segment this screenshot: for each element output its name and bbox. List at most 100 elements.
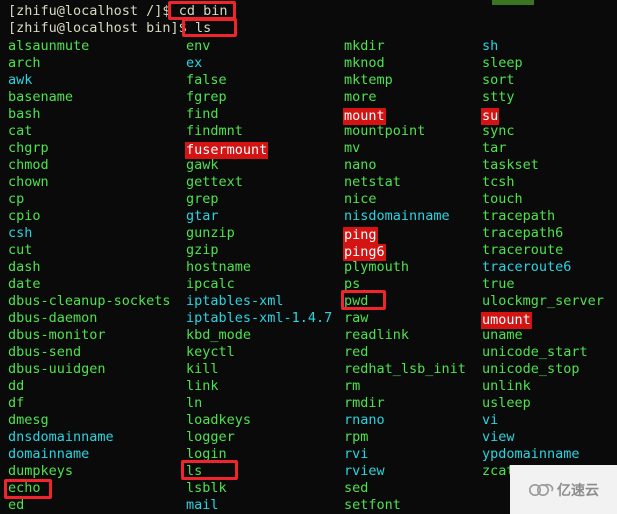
listing-entry: keyctl: [186, 344, 332, 361]
listing-entry: mktemp: [344, 72, 466, 89]
listing-entry: sleep: [482, 55, 604, 72]
listing-entry: plymouth: [344, 259, 466, 276]
listing-entry-label: cat: [8, 123, 33, 139]
listing-entry: gunzip: [186, 225, 332, 242]
listing-entry-label: keyctl: [186, 344, 235, 360]
listing-entry-label: gzip: [186, 242, 219, 258]
listing-entry: findmnt: [186, 123, 332, 140]
listing-entry-label: ulockmgr_server: [482, 293, 604, 309]
listing-entry: ln: [186, 395, 332, 412]
listing-entry: view: [482, 429, 604, 446]
listing-entry: tracepath: [482, 208, 604, 225]
listing-entry-label: usleep: [482, 395, 531, 411]
listing-entry-label: tracepath6: [482, 225, 564, 241]
listing-entry-label: mail: [186, 497, 219, 513]
listing-entry: ping: [343, 225, 466, 244]
listing-entry: gzip: [186, 242, 332, 259]
listing-entry-label: pwd: [344, 293, 369, 309]
listing-entry-label: uname: [482, 327, 523, 343]
listing-entry-label: dbus-monitor: [8, 327, 106, 343]
prompt-string-0: [zhifu@localhost /]$: [8, 3, 179, 19]
listing-entry-label: traceroute: [482, 242, 564, 258]
listing-entry: rmdir: [344, 395, 466, 412]
listing-entry: touch: [482, 191, 604, 208]
listing-entry: fusermount: [185, 140, 332, 159]
listing-entry-label: sleep: [482, 55, 523, 71]
listing-entry-label: login: [186, 446, 227, 462]
listing-entry: df: [8, 395, 171, 412]
listing-entry-label: ypdomainname: [482, 446, 580, 462]
listing-entry: unicode_stop: [482, 361, 604, 378]
listing-entry: cut: [8, 242, 171, 259]
listing-entry: dmesg: [8, 412, 171, 429]
listing-entry: redhat_lsb_init: [344, 361, 466, 378]
listing-entry-label: arch: [8, 55, 41, 71]
listing-entry: cat: [8, 123, 171, 140]
listing-entry-label: bash: [8, 106, 41, 122]
listing-entry-label: mountpoint: [344, 123, 426, 139]
listing-entry-label: sort: [482, 72, 515, 88]
listing-entry-label: chgrp: [8, 140, 49, 156]
listing-entry: dnsdomainname: [8, 429, 171, 446]
listing-entry-label: ln: [186, 395, 203, 411]
listing-entry-label: alsaunmute: [8, 38, 90, 54]
listing-entry: dbus-cleanup-sockets: [8, 293, 171, 310]
listing-entry-label: chmod: [8, 157, 49, 173]
listing-entry-label: mktemp: [344, 72, 393, 88]
listing-entry: chgrp: [8, 140, 171, 157]
listing-entry-label: ex: [186, 55, 203, 71]
listing-entry: bash: [8, 106, 171, 123]
listing-entry: arch: [8, 55, 171, 72]
listing-entry-label: nice: [344, 191, 377, 207]
listing-entry: stty: [482, 89, 604, 106]
listing-entry: ipcalc: [186, 276, 332, 293]
listing-entry: pwd: [344, 293, 466, 310]
listing-entry: tracepath6: [482, 225, 604, 242]
listing-entry-label: rnano: [344, 412, 385, 428]
listing-entry-label: nano: [344, 157, 377, 173]
listing-entry: raw: [344, 310, 466, 327]
listing-entry: loadkeys: [186, 412, 332, 429]
listing-entry-label: sync: [482, 123, 515, 139]
listing-entry: dbus-daemon: [8, 310, 171, 327]
listing-entry: dash: [8, 259, 171, 276]
listing-entry-label: logger: [186, 429, 235, 445]
listing-entry-label: df: [8, 395, 25, 411]
listing-entry: gtar: [186, 208, 332, 225]
terminal-window[interactable]: [zhifu@localhost /]$ cd bin [zhifu@local…: [0, 0, 617, 514]
listing-entry: rview: [344, 463, 466, 480]
listing-entry-label: gawk: [186, 157, 219, 173]
listing-entry-label: gettext: [186, 174, 243, 190]
listing-entry-label: ls: [186, 463, 203, 479]
listing-entry: dbus-send: [8, 344, 171, 361]
listing-entry: dbus-monitor: [8, 327, 171, 344]
listing-entry: su: [481, 106, 604, 125]
listing-entry-label: stty: [482, 89, 515, 105]
listing-entry: alsaunmute: [8, 38, 171, 55]
listing-entry-label: basename: [8, 89, 74, 105]
listing-entry-label: taskset: [482, 157, 539, 173]
listing-entry: taskset: [482, 157, 604, 174]
listing-entry-label: env: [186, 38, 211, 54]
command-cd-bin: cd bin: [178, 3, 228, 19]
listing-entry-label: more: [344, 89, 377, 105]
listing-entry: readlink: [344, 327, 466, 344]
listing-entry: red: [344, 344, 466, 361]
listing-entry: domainname: [8, 446, 171, 463]
listing-entry-label: dnsdomainname: [8, 429, 114, 445]
listing-entry-label: rm: [344, 378, 361, 394]
listing-entry: cp: [8, 191, 171, 208]
listing-entry: gawk: [186, 157, 332, 174]
listing-entry-label: mkdir: [344, 38, 385, 54]
listing-entry-label: ps: [344, 276, 361, 292]
listing-entry: dbus-uuidgen: [8, 361, 171, 378]
listing-entry-label: fgrep: [186, 89, 227, 105]
listing-entry-label: traceroute6: [482, 259, 572, 275]
listing-entry-label: lsblk: [186, 480, 227, 496]
listing-entry-label: tracepath: [482, 208, 556, 224]
listing-entry-label: dd: [8, 378, 25, 394]
listing-entry: sed: [344, 480, 466, 497]
listing-entry-label: mknod: [344, 55, 385, 71]
listing-entry: more: [344, 89, 466, 106]
listing-entry-label: dbus-daemon: [8, 310, 98, 326]
